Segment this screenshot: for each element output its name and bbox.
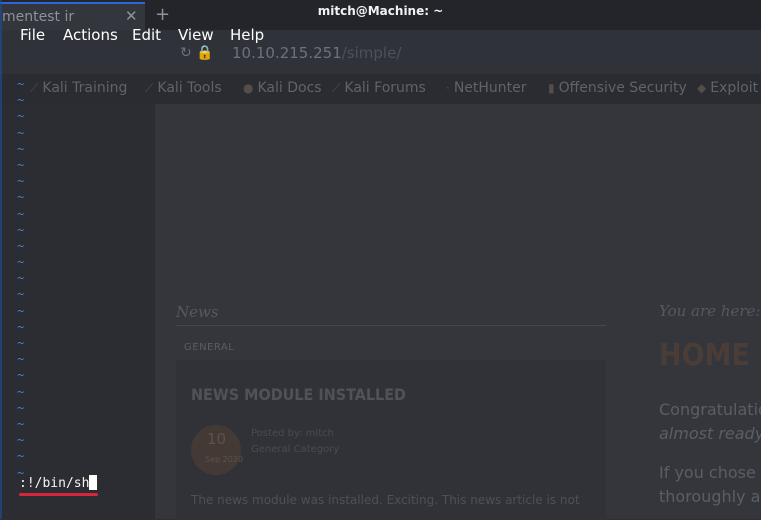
vim-tilde-line: ~ [17,416,25,431]
vim-tilde-line: ~ [17,433,25,448]
menu-help[interactable]: Help [230,26,264,44]
menu-file[interactable]: File [20,26,45,44]
vim-tilde-line: ~ [17,238,25,253]
vim-tilde-line: ~ [17,222,25,237]
vim-tilde-line: ~ [17,384,25,399]
command-text: :!/bin/sh [19,476,90,491]
vim-tilde-line: ~ [17,125,25,140]
terminal-window[interactable]: mitch@Machine: ~ File Actions Edit View … [0,0,761,519]
vim-tilde-line: ~ [17,303,25,318]
menu-view[interactable]: View [178,26,214,44]
vim-tilde-line: ~ [17,190,25,205]
vim-tilde-line: ~ [17,206,25,221]
menu-actions[interactable]: Actions [63,26,118,44]
vim-tilde-line: ~ [17,157,25,172]
vim-tilde-line: ~ [17,174,25,189]
vim-command-line[interactable]: :!/bin/sh [19,475,98,491]
menu-edit[interactable]: Edit [132,26,161,44]
vim-tilde-line: ~ [17,287,25,302]
vim-tilde-line: ~ [17,271,25,286]
vim-tilde-line: ~ [17,449,25,464]
window-edge [0,0,2,519]
vim-empty-lines: ~ ~ ~ ~ ~ ~ ~ ~ ~ ~ ~ ~ ~ ~ ~ ~ ~ ~ ~ ~ ~ ~ ~ ~ ~ [17,76,37,481]
annotation-underline [19,493,98,496]
text-cursor [89,475,98,490]
vim-tilde-line: ~ [17,336,25,350]
vim-tilde-line: ~ [17,109,25,124]
vim-tilde-line: ~ [17,352,25,367]
vim-tilde-line: ~ [17,368,25,383]
vim-tilde-line: ~ [17,400,25,415]
vim-tilde-line: ~ [17,141,25,156]
vim-tilde-line: ~ [17,255,25,270]
vim-tilde-line: ~ [17,319,25,334]
terminal-title: mitch@Machine: ~ [317,4,444,18]
vim-tilde-line: ~ [17,93,25,108]
vim-tilde-line: ~ [17,77,25,91]
